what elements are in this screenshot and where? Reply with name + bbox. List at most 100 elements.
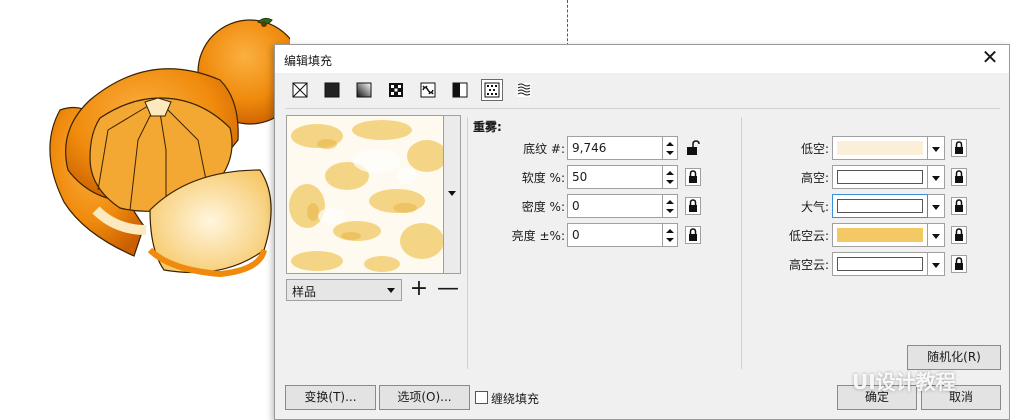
lock-icon [955, 170, 963, 183]
lock-icon [955, 141, 963, 154]
texture-preview [286, 115, 461, 274]
wrap-fill-checkbox[interactable] [475, 391, 488, 404]
chevron-down-icon [448, 191, 456, 196]
orange-artwork [49, 17, 290, 278]
right-divider [741, 117, 742, 369]
spin-up-icon [666, 200, 674, 204]
fountain-fill-button[interactable] [353, 79, 375, 101]
high-cloud-color-dropdown[interactable] [928, 252, 945, 276]
two-color-pattern-button[interactable] [449, 79, 471, 101]
spin-down-icon [666, 180, 674, 184]
brightness-input[interactable]: 0 [567, 223, 663, 247]
toolbar-divider [285, 108, 1000, 109]
param-label: 密度 %: [521, 200, 565, 214]
close-button[interactable]: ✕ [979, 47, 1001, 69]
remove-texture-button[interactable]: — [437, 276, 459, 301]
texture-number-spinner[interactable] [663, 136, 678, 160]
param-row-brightness: 亮度 ±%: 0 [471, 223, 711, 247]
brightness-spinner[interactable] [663, 223, 678, 247]
no-fill-button[interactable] [289, 79, 311, 101]
atmosphere-color-picker[interactable] [832, 194, 928, 218]
sample-library-select[interactable]: 样品 [286, 279, 402, 301]
chevron-down-icon [932, 205, 940, 210]
spin-up-icon [666, 171, 674, 175]
guide-line [567, 0, 568, 46]
softness-input[interactable]: 50 [567, 165, 663, 189]
dialog-title: 编辑填充 [284, 54, 333, 68]
color-swatch [837, 170, 923, 184]
minus-icon: — [437, 276, 459, 301]
density-lock-button[interactable] [685, 197, 701, 215]
wrap-fill-label: 缠绕填充 [491, 392, 540, 406]
high-cloud-lock-button[interactable] [951, 255, 967, 273]
sample-library-value: 样品 [292, 285, 317, 299]
add-texture-button[interactable]: + [409, 278, 429, 301]
transform-button[interactable]: 变换(T)... [285, 385, 376, 410]
color-label: 高空云: [788, 258, 829, 272]
chevron-down-icon [932, 234, 940, 239]
texture-number-input[interactable]: 9,746 [567, 136, 663, 160]
lock-icon [689, 228, 697, 241]
param-label: 软度 %: [521, 171, 565, 185]
color-row-low-sky: 低空: [745, 136, 995, 160]
lock-icon [955, 199, 963, 212]
softness-lock-button[interactable] [685, 168, 701, 186]
postscript-fill-button[interactable] [513, 79, 535, 101]
chevron-down-icon [932, 147, 940, 152]
uniform-fill-button[interactable] [321, 79, 343, 101]
param-row-texture-number: 底纹 #: 9,746 [471, 136, 711, 160]
two-color-pattern-fill-icon [452, 82, 468, 98]
param-label: 底纹 #: [523, 142, 565, 156]
low-sky-color-dropdown[interactable] [928, 136, 945, 160]
canvas-stage: 编辑填充 ✕ 样品 + — 重雾: 底纹 #: 9,746 软度 %: 50 密… [0, 0, 1010, 420]
edit-fill-dialog: 编辑填充 ✕ 样品 + — 重雾: 底纹 #: 9,746 软度 %: 50 密… [274, 44, 1010, 420]
low-sky-color-picker[interactable] [832, 136, 928, 160]
lock-icon [689, 199, 697, 212]
atmosphere-lock-button[interactable] [951, 197, 967, 215]
high-cloud-color-picker[interactable] [832, 252, 928, 276]
color-label: 高空: [800, 171, 829, 185]
color-row-high-sky: 高空: [745, 165, 995, 189]
softness-spinner[interactable] [663, 165, 678, 189]
high-sky-color-picker[interactable] [832, 165, 928, 189]
fill-type-toolbar [289, 79, 535, 103]
atmosphere-color-dropdown[interactable] [928, 194, 945, 218]
watermark: UI设计教程 [852, 370, 956, 394]
left-divider [467, 117, 468, 369]
uniform-fill-icon [324, 82, 340, 98]
low-cloud-color-picker[interactable] [832, 223, 928, 247]
high-sky-color-dropdown[interactable] [928, 165, 945, 189]
low-sky-lock-button[interactable] [951, 139, 967, 157]
color-label: 低空: [800, 142, 829, 156]
texture-library-dropdown[interactable] [443, 115, 461, 274]
vector-pattern-button[interactable] [385, 79, 407, 101]
texture-fill-button[interactable] [481, 79, 503, 101]
density-spinner[interactable] [663, 194, 678, 218]
unlock-icon[interactable] [685, 139, 701, 157]
density-input[interactable]: 0 [567, 194, 663, 218]
color-swatch [837, 257, 923, 271]
high-sky-lock-button[interactable] [951, 168, 967, 186]
fountain-fill-icon [356, 82, 372, 98]
color-label: 大气: [800, 200, 829, 214]
color-swatch [837, 228, 923, 242]
brightness-lock-button[interactable] [685, 226, 701, 244]
spin-up-icon [666, 142, 674, 146]
spin-down-icon [666, 151, 674, 155]
chevron-down-icon [932, 176, 940, 181]
low-cloud-lock-button[interactable] [951, 226, 967, 244]
bitmap-pattern-fill-icon [420, 82, 436, 98]
color-swatch [837, 199, 923, 213]
spin-down-icon [666, 238, 674, 242]
chevron-down-icon [387, 288, 395, 293]
dialog-titlebar[interactable]: 编辑填充 ✕ [275, 45, 1009, 73]
param-row-softness: 软度 %: 50 [471, 165, 711, 189]
close-icon: ✕ [981, 45, 999, 69]
options-button[interactable]: 选项(O)... [379, 385, 470, 410]
color-label: 低空云: [788, 229, 829, 243]
bitmap-pattern-button[interactable] [417, 79, 439, 101]
chevron-down-icon [932, 263, 940, 268]
lock-icon [689, 170, 697, 183]
color-row-high-cloud: 高空云: [745, 252, 995, 276]
low-cloud-color-dropdown[interactable] [928, 223, 945, 247]
